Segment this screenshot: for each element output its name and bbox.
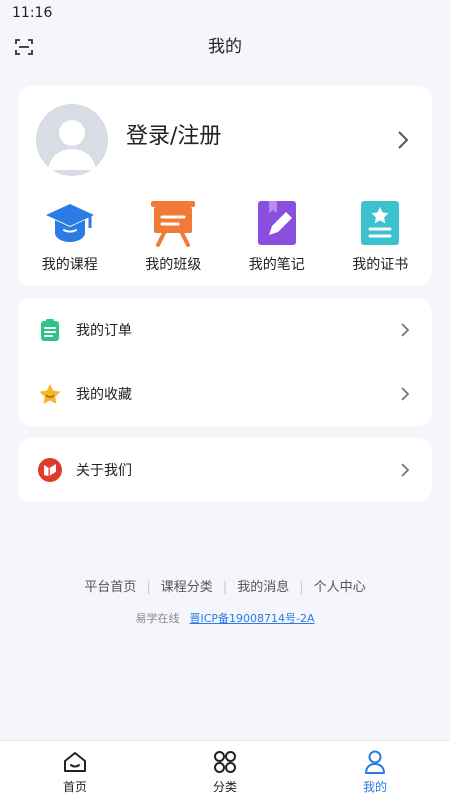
- user-icon: [365, 750, 385, 774]
- tab-home[interactable]: 首页: [0, 741, 150, 800]
- tab-label: 分类: [212, 780, 237, 794]
- divider: |: [222, 580, 228, 595]
- shortcut-label: 我的班级: [145, 257, 202, 273]
- status-bar: 11:16: [0, 0, 450, 26]
- shortcut-label: 我的证书: [352, 257, 409, 273]
- menu-label: 我的订单: [76, 323, 132, 339]
- page-title: 我的: [208, 37, 242, 57]
- status-time: 11:16: [12, 5, 53, 21]
- menu-item-orders[interactable]: 我的订单: [18, 298, 432, 362]
- shortcut-my-classes[interactable]: 我的班级: [122, 198, 226, 278]
- divider: |: [146, 580, 151, 595]
- footer-link-profile[interactable]: 个人中心: [314, 580, 366, 595]
- site-name: 易学在线: [135, 612, 180, 625]
- footer-icp: 易学在线 晋ICP备19008714号-2A: [0, 610, 450, 628]
- login-register-link[interactable]: 登录/注册: [126, 120, 221, 154]
- avatar-placeholder-icon: [48, 120, 96, 170]
- clipboard-icon: [41, 319, 59, 341]
- shortcut-label: 我的笔记: [248, 257, 305, 273]
- shortcut-my-certificates[interactable]: 我的证书: [329, 198, 433, 278]
- divider: |: [299, 580, 304, 595]
- bottom-tab-bar: 首页 分类 我的: [0, 740, 450, 800]
- home-icon: [64, 752, 86, 772]
- avatar[interactable]: [36, 104, 108, 176]
- top-bar: 我的: [0, 26, 450, 68]
- chevron-right-icon: [401, 323, 410, 337]
- tab-label: 首页: [62, 780, 87, 794]
- certificate-icon: [361, 201, 400, 245]
- notebook-pen-icon: [257, 201, 296, 245]
- app-logo-icon: [38, 458, 62, 482]
- menu-item-favorites[interactable]: 我的收藏: [18, 362, 432, 426]
- chevron-right-icon[interactable]: [396, 130, 410, 150]
- presentation-board-icon: [151, 201, 196, 247]
- profile-card: 登录/注册 我的课程 我的班级 我的笔记 我的证书: [18, 86, 432, 286]
- menu-label: 关于我们: [76, 463, 132, 479]
- footer-link-categories[interactable]: 课程分类: [161, 580, 213, 595]
- tab-label: 我的: [362, 780, 387, 794]
- chevron-right-icon: [401, 463, 410, 477]
- footer-link-home[interactable]: 平台首页: [84, 580, 136, 595]
- menu-item-about[interactable]: 关于我们: [18, 438, 432, 502]
- shortcut-label: 我的课程: [41, 257, 98, 273]
- shortcut-my-courses[interactable]: 我的课程: [18, 198, 122, 278]
- tab-category[interactable]: 分类: [150, 741, 300, 800]
- menu-label: 我的收藏: [76, 387, 132, 403]
- tab-mine[interactable]: 我的: [300, 741, 450, 800]
- shortcut-row: 我的课程 我的班级 我的笔记 我的证书: [18, 198, 432, 278]
- category-grid-icon: [214, 751, 236, 773]
- star-icon: [39, 384, 61, 404]
- graduation-cap-icon: [45, 204, 94, 242]
- shortcut-my-notes[interactable]: 我的笔记: [225, 198, 329, 278]
- chevron-right-icon: [401, 387, 410, 401]
- footer-link-messages[interactable]: 我的消息: [237, 580, 289, 595]
- icp-link[interactable]: 晋ICP备19008714号-2A: [189, 612, 314, 625]
- footer-links: 平台首页 | 课程分类 | 我的消息 | 个人中心: [0, 578, 450, 598]
- menu-card: 关于我们: [18, 438, 432, 502]
- menu-card: 我的订单 我的收藏: [18, 298, 432, 426]
